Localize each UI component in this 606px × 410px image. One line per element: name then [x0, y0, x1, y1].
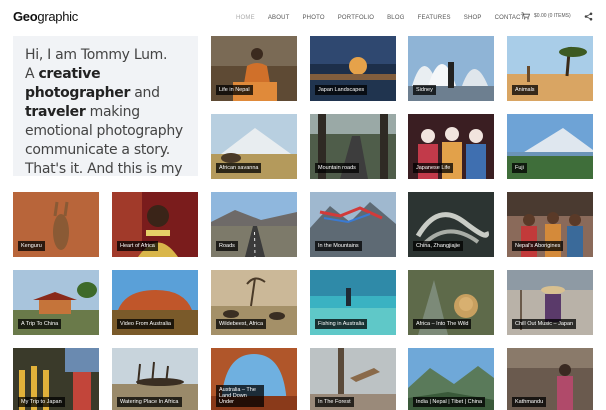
tile-caption: Sidney [413, 85, 436, 95]
nav-shop[interactable]: SHOP [464, 15, 482, 21]
tile-watering-place-in-africa[interactable]: Watering Place In Africa [112, 348, 198, 410]
tile-in-the-mountains[interactable]: In the Mountains [310, 192, 396, 257]
tile-caption: Heart of Africa [117, 241, 158, 251]
intro-and: and [134, 85, 160, 101]
tile-nepals-aborigines[interactable]: Nepal's Aborigines [507, 192, 593, 257]
tile-kenguru[interactable]: Kenguru [13, 192, 99, 257]
logo-bold-text: Geo [13, 9, 38, 24]
site-logo[interactable]: Geographic [13, 9, 78, 24]
nav-portfolio[interactable]: PORTFOLIO [338, 15, 374, 21]
tile-caption: Nepal's Aborigines [512, 241, 564, 251]
tile-caption: A Trip To China [18, 319, 62, 329]
tile-caption: Chill Out Music – Japan [512, 319, 577, 329]
intro-creative: creative photographer [25, 66, 131, 101]
tile-chill-out-music-japan[interactable]: Chill Out Music – Japan [507, 270, 593, 335]
tile-roads[interactable]: Roads [211, 192, 297, 257]
tile-caption: China, Zhangjiajie [413, 241, 464, 251]
tile-caption: In the Mountains [315, 241, 362, 251]
tile-japanese-life[interactable]: Japanese Life [408, 114, 494, 179]
tile-animals[interactable]: Animals [507, 36, 593, 101]
tile-caption: Video From Australia [117, 319, 174, 329]
main-nav: HOME ABOUT PHOTO PORTFOLIO BLOG FEATURES… [236, 13, 538, 23]
tile-caption: Watering Place In Africa [117, 397, 182, 407]
logo-rest-text: graphic [37, 9, 78, 24]
tile-video-from-australia[interactable]: Video From Australia [112, 270, 198, 335]
cart-link[interactable]: $0.00 (0 ITEMS) [521, 12, 571, 20]
tile-caption: Australia – The Land Down Under [216, 385, 264, 407]
tile-caption: Wildebeest, Africa [216, 319, 267, 329]
tile-japan-landscapes[interactable]: Japan Landscapes [310, 36, 396, 101]
tile-mountain-roads[interactable]: Mountain roads [310, 114, 396, 179]
site-header: Geographic HOME ABOUT PHOTO PORTFOLIO BL… [0, 0, 606, 34]
tile-india-nepal-tibet-china[interactable]: India | Nepal | Tibet | China [408, 348, 494, 410]
share-icon[interactable] [584, 12, 593, 21]
tile-caption: Africa – Into The Wild [413, 319, 472, 329]
cart-total: $0.00 (0 ITEMS) [534, 13, 571, 19]
tile-caption: Kenguru [18, 241, 45, 251]
tile-caption: Japan Landscapes [315, 85, 368, 95]
tile-in-the-forest[interactable]: In The Forest [310, 348, 396, 410]
tile-fuji[interactable]: Fuji [507, 114, 593, 179]
nav-home[interactable]: HOME [236, 15, 255, 21]
tile-africa-into-the-wild[interactable]: Africa – Into The Wild [408, 270, 494, 335]
tile-caption: Fuji [512, 163, 527, 173]
intro-greeting: Hi, I am Tommy Lum. [25, 47, 168, 63]
tile-kathmandu[interactable]: Kathmandu [507, 348, 593, 410]
tile-caption: Japanese Life [413, 163, 454, 173]
intro-text: Hi, I am Tommy Lum. A creative photograp… [25, 46, 186, 176]
tile-china-zhangjiajie[interactable]: China, Zhangjiajie [408, 192, 494, 257]
intro-traveler: traveler [25, 104, 86, 120]
tile-australia-the-land-down-under[interactable]: Australia – The Land Down Under [211, 348, 297, 410]
tile-heart-of-africa[interactable]: Heart of Africa [112, 192, 198, 257]
tile-fishing-in-australia[interactable]: Fishing in Australia [310, 270, 396, 335]
cart-icon [521, 12, 530, 20]
tile-a-trip-to-china[interactable]: A Trip To China [13, 270, 99, 335]
tile-african-savanna[interactable]: African savanna [211, 114, 297, 179]
tile-wildebeest-africa[interactable]: Wildebeest, Africa [211, 270, 297, 335]
tile-caption: African savanna [216, 163, 262, 173]
intro-box: Hi, I am Tommy Lum. A creative photograp… [13, 36, 198, 176]
tile-caption: Animals [512, 85, 538, 95]
nav-blog[interactable]: BLOG [387, 15, 404, 21]
nav-about[interactable]: ABOUT [268, 15, 290, 21]
tile-sidney[interactable]: Sidney [408, 36, 494, 101]
tile-caption: Kathmandu [512, 397, 547, 407]
nav-photo[interactable]: PHOTO [302, 15, 324, 21]
tile-my-trip-to-japan[interactable]: My Trip to Japan [13, 348, 99, 410]
tile-caption: Fishing in Australia [315, 319, 368, 329]
tile-caption: My Trip to Japan [18, 397, 65, 407]
tile-life-in-nepal[interactable]: Life in Nepal [211, 36, 297, 101]
tile-caption: Life in Nepal [216, 85, 253, 95]
intro-a: A [25, 66, 39, 82]
tile-caption: Roads [216, 241, 238, 251]
tile-caption: In The Forest [315, 397, 354, 407]
tile-caption: India | Nepal | Tibet | China [413, 397, 486, 407]
tile-caption: Mountain roads [315, 163, 359, 173]
nav-features[interactable]: FEATURES [418, 15, 451, 21]
